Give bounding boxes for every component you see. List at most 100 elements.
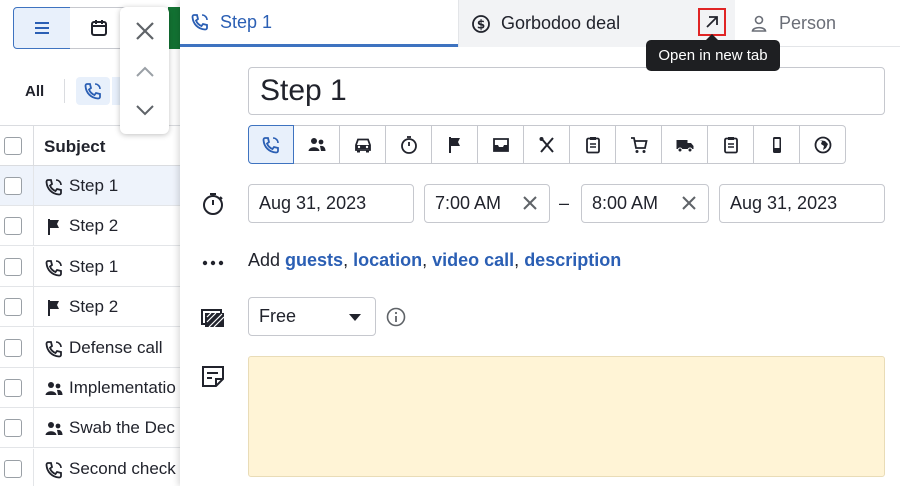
type-clipboard-button[interactable] [570,125,616,164]
chevron-up-icon [135,66,154,77]
end-time-value: 8:00 AM [592,193,659,213]
inbox-icon [492,137,509,152]
divider [64,79,65,103]
phone-icon [84,83,101,100]
filter-all[interactable]: All [25,83,44,100]
row-subject: Step 1 [69,176,119,195]
tab-activity[interactable]: Step 1 [180,0,458,47]
type-meeting-button[interactable] [294,125,340,164]
person-icon [751,15,767,32]
car-icon [354,138,371,152]
table-row[interactable]: Implementatio [0,368,180,408]
table-row[interactable]: Step 2 [0,206,180,247]
table-row[interactable]: Swab the Dec [0,408,180,449]
external-arrow-icon [706,16,718,28]
row-checkbox[interactable] [4,177,22,195]
add-description-link[interactable]: description [524,250,621,270]
mobile-phone-icon [772,136,781,153]
row-checkbox[interactable] [4,379,22,397]
phone-icon [262,136,279,153]
phone-icon [44,460,64,480]
type-email-button[interactable] [478,125,524,164]
list-icon [35,22,49,34]
type-car-button[interactable] [340,125,386,164]
time-range-dash: – [559,193,570,213]
clear-icon[interactable] [680,194,698,212]
type-call-button[interactable] [248,125,294,164]
note-editor[interactable] [248,356,885,477]
subject-input[interactable]: Step 1 [248,67,885,115]
previous-button[interactable] [120,54,169,90]
row-subject: Step 2 [69,297,119,317]
chevron-down-icon [135,105,154,116]
clipboard-icon [585,136,600,153]
busy-free-icon [201,309,225,328]
end-time-input[interactable]: 8:00 AM [581,184,709,223]
type-deadline-button[interactable] [386,125,432,164]
row-subject: Implementatio [69,378,176,397]
list-view-button[interactable] [13,7,71,49]
next-button[interactable] [120,92,169,128]
type-mobile-button[interactable] [754,125,800,164]
clipboard-icon [723,136,738,153]
table-row[interactable]: Defense call [0,327,180,368]
table-row[interactable]: Step 1 [0,246,180,287]
type-checklist-button[interactable] [708,125,754,164]
row-checkbox[interactable] [4,217,22,236]
tooltip: Open in new tab [646,34,780,71]
phone-icon [191,14,208,31]
cart-icon [630,136,648,153]
info-icon[interactable] [386,307,406,327]
row-checkbox[interactable] [4,257,22,276]
app-root: All Subject Step 1 Step 2 Step 1 Step 2 Defe… [0,0,900,486]
table-row[interactable]: Step 2 [0,287,180,328]
clear-icon[interactable] [521,194,539,212]
meeting-icon [44,419,64,439]
column-divider [33,166,34,205]
globe-icon [814,136,831,153]
type-globe-button[interactable] [800,125,846,164]
phone-icon [44,177,64,197]
table-row[interactable]: Step 1 [0,166,180,206]
availability-select[interactable]: Free [248,297,376,336]
add-guests-link[interactable]: guests [285,250,343,270]
type-cart-button[interactable] [616,125,662,164]
start-time-input[interactable]: 7:00 AM [424,184,550,223]
flag-icon [448,136,460,153]
truck-icon [676,139,693,152]
more-icon [202,260,224,266]
add-video-call-link[interactable]: video call [432,250,514,270]
stopwatch-icon [400,135,417,154]
add-location-link[interactable]: location [353,250,422,270]
utensils-icon [539,136,554,153]
type-lunch-button[interactable] [524,125,570,164]
end-date-input[interactable]: Aug 31, 2023 [719,184,885,223]
select-all-checkbox[interactable] [4,137,22,155]
row-subject: Second check [69,458,176,478]
activity-type-selector [248,125,846,164]
tab-bar: Step 1 $ Gorbodoo deal Person [180,0,900,47]
row-subject: Step 1 [69,256,119,276]
availability-value: Free [259,306,297,326]
row-checkbox[interactable] [4,338,22,357]
column-divider [33,206,34,246]
type-delivery-button[interactable] [662,125,708,164]
start-date-input[interactable]: Aug 31, 2023 [248,184,414,223]
add-activity-button[interactable] [168,7,180,49]
column-divider [33,408,34,448]
close-button[interactable] [120,13,169,49]
type-task-button[interactable] [432,125,478,164]
svg-text:$: $ [477,17,485,31]
row-checkbox[interactable] [4,459,22,478]
tab-activity-label: Step 1 [220,11,273,32]
filter-call-chip[interactable] [76,77,110,105]
table-row[interactable]: Second check [0,448,180,486]
open-in-new-tab-button[interactable] [698,8,726,36]
row-checkbox[interactable] [4,419,22,438]
subject-column-header[interactable]: Subject [44,137,105,157]
start-time-value: 7:00 AM [435,193,502,213]
row-checkbox[interactable] [4,298,22,317]
add-prefix: Add [248,250,281,270]
flag-icon [44,298,64,318]
calendar-icon [90,20,107,36]
